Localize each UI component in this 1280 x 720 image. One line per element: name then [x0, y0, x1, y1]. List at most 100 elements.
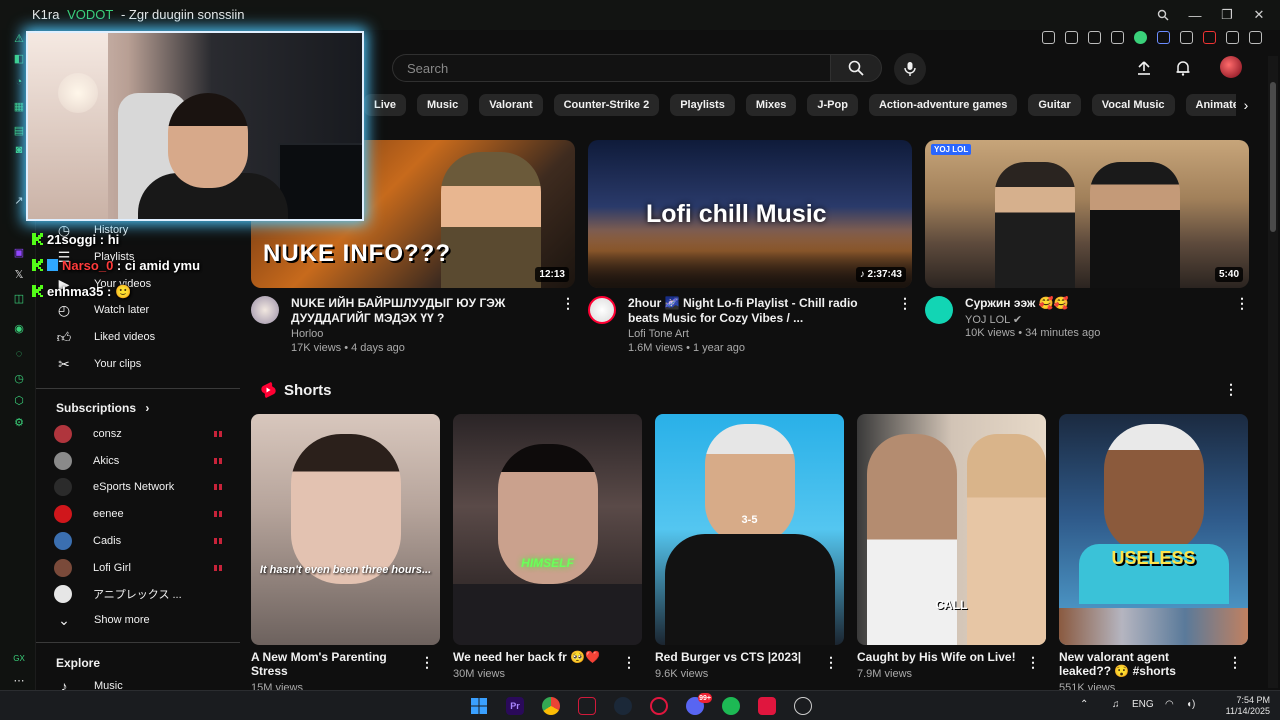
video-title[interactable]: 2hour 🌌 Night Lo-fi Playlist - Chill rad… [628, 296, 890, 326]
gx-icon[interactable]: GX [11, 650, 27, 666]
extensions-rail-icon[interactable]: ⬡ [11, 392, 27, 408]
app-icon[interactable] [578, 697, 596, 715]
instagram-icon[interactable]: ◫ [11, 290, 27, 306]
more-vert-icon[interactable]: ⋮ [1228, 654, 1242, 670]
short-card[interactable]: 3-5 Red Burger vs CTS |2023| 9.6K views … [655, 414, 844, 680]
twitch-icon[interactable]: ▣ [11, 244, 27, 260]
mic-tray-icon[interactable]: ♫ [1112, 699, 1120, 710]
subscription-item[interactable]: アニプレックス ... [54, 585, 224, 604]
speed-icon[interactable]: ◔ [11, 74, 27, 90]
more-vert-icon[interactable]: ⋮ [824, 654, 838, 670]
short-title[interactable]: Red Burger vs CTS |2023| [655, 650, 820, 664]
record-icon[interactable] [1203, 31, 1216, 44]
tray-chevron-icon[interactable]: ⌃ [1080, 699, 1088, 710]
subscription-item[interactable]: Cadis [54, 531, 224, 550]
subscriptions-heading[interactable]: Subscriptions › [56, 401, 149, 415]
more-icon[interactable]: ⋯ [11, 672, 27, 688]
more-vert-icon[interactable]: ⋮ [561, 296, 575, 312]
chevron-right-icon[interactable]: › [1236, 94, 1256, 116]
history-rail-icon[interactable]: ◷ [11, 370, 27, 386]
video-thumbnail[interactable]: YOJ LOL 5:40 [925, 140, 1249, 288]
more-vert-icon[interactable]: ⋮ [1235, 296, 1249, 312]
nav-liked-videos[interactable]: 👍︎ Liked videos [54, 327, 155, 347]
subscription-item[interactable]: consz [54, 425, 224, 443]
chip[interactable]: Action-adventure games [868, 94, 1018, 116]
chip[interactable]: Mixes [745, 94, 797, 116]
pin-icon[interactable] [1042, 31, 1055, 44]
spotify-icon[interactable] [722, 697, 740, 715]
chip[interactable]: Vocal Music [1091, 94, 1175, 116]
box-icon[interactable] [1088, 31, 1101, 44]
nav-show-more[interactable]: ⌄ Show more [54, 610, 150, 630]
wifi-icon[interactable]: ◠ [1165, 699, 1174, 710]
close-icon[interactable]: ✕ [1250, 6, 1268, 24]
puzzle-icon[interactable] [1180, 31, 1193, 44]
minimize-icon[interactable]: — [1186, 6, 1204, 24]
translate-icon[interactable] [1157, 31, 1170, 44]
steam-icon[interactable] [614, 697, 632, 715]
search-button[interactable] [830, 54, 882, 82]
chrome-icon[interactable] [542, 697, 560, 715]
gamepad-icon[interactable]: ◧ [11, 50, 27, 66]
player-icon[interactable]: ◉ [11, 320, 27, 336]
more-vert-icon[interactable]: ⋮ [1224, 381, 1238, 399]
short-title[interactable]: New valorant agent leaked?? 😯 #shorts [1059, 650, 1224, 678]
subscription-item[interactable]: eSports Network [54, 478, 224, 497]
memory-icon[interactable]: ◙ [11, 142, 27, 158]
channel-avatar-live[interactable] [588, 296, 616, 324]
short-title[interactable]: A New Mom's Parenting Stress [251, 650, 416, 678]
short-thumbnail[interactable]: HIMSELF [453, 414, 642, 645]
warning-icon[interactable]: ⚠ [11, 30, 27, 46]
more-vert-icon[interactable]: ⋮ [622, 654, 636, 670]
download-icon[interactable] [1226, 31, 1239, 44]
more-vert-icon[interactable]: ⋮ [1026, 654, 1040, 670]
video-thumbnail[interactable]: Lofi chill Music ♪ 2:37:43 [588, 140, 912, 288]
short-title[interactable]: Caught by His Wife on Live! [857, 650, 1022, 664]
search-tabs-icon[interactable] [1154, 6, 1172, 24]
chip[interactable]: J-Pop [807, 94, 858, 116]
subscription-item[interactable]: eenee [54, 505, 224, 524]
chip[interactable]: Music [417, 94, 469, 116]
channel-avatar[interactable] [925, 296, 953, 324]
short-thumbnail[interactable]: It hasn't even been three hours... [251, 414, 440, 645]
more-vert-icon[interactable]: ⋮ [420, 654, 434, 670]
search-input[interactable] [392, 54, 830, 82]
short-thumbnail[interactable]: USELESS [1059, 414, 1248, 645]
subscription-item[interactable]: Lofi Girl [54, 558, 224, 577]
scrollbar-thumb[interactable] [1270, 82, 1276, 232]
chip[interactable]: Live [364, 94, 407, 116]
video-channel[interactable]: YOJ LOL ✔ [965, 313, 1022, 326]
video-channel[interactable]: Lofi Tone Art [628, 328, 689, 340]
cpu-icon[interactable]: ▦ [11, 98, 27, 114]
subscription-item[interactable]: Akics [54, 451, 224, 470]
arrow-icon[interactable]: ↗ [11, 192, 27, 208]
channel-avatar[interactable] [251, 296, 279, 324]
chip[interactable]: Valorant [479, 94, 543, 116]
shield-icon[interactable] [1111, 31, 1124, 44]
clock[interactable]: 7:54 PM 11/14/2025 [1206, 695, 1270, 717]
premiere-icon[interactable]: Pr [506, 697, 524, 715]
ram-icon[interactable]: ▤ [11, 122, 27, 138]
x-icon[interactable]: 𝕏 [11, 266, 27, 282]
heart-icon[interactable] [1134, 31, 1147, 44]
voice-search-button[interactable] [894, 53, 926, 85]
video-card[interactable]: Lofi chill Music ♪ 2:37:43 2hour 🌌 Night… [588, 140, 912, 354]
app-red-icon[interactable] [758, 697, 776, 715]
chat-icon[interactable]: ◌ [11, 346, 27, 362]
short-card[interactable]: It hasn't even been three hours... A New… [251, 414, 440, 694]
snapshot-icon[interactable] [1065, 31, 1078, 44]
video-title[interactable]: NUKE ИЙН БАЙРШЛУУДЫГ ЮУ ГЭЖ ДУУДДАГИЙГ М… [291, 296, 553, 326]
page-scrollbar[interactable] [1268, 56, 1278, 688]
opera-gx-icon[interactable] [650, 697, 668, 715]
restore-icon[interactable]: ❐ [1218, 6, 1236, 24]
short-title[interactable]: We need her back fr 🥺❤️ [453, 650, 618, 664]
short-thumbnail[interactable]: CALL [857, 414, 1046, 645]
short-thumbnail[interactable]: 3-5 [655, 414, 844, 645]
video-card[interactable]: YOJ LOL 5:40 Суржин ээж 🥰🥰 YOJ LOL ✔ 10K… [925, 140, 1249, 339]
volume-icon[interactable]: ◖) [1186, 699, 1195, 710]
more-vert-icon[interactable]: ⋮ [898, 296, 912, 312]
nav-music[interactable]: ♪ Music [54, 676, 123, 690]
short-card[interactable]: USELESS New valorant agent leaked?? 😯 #s… [1059, 414, 1248, 694]
notifications-button[interactable] [1171, 56, 1195, 80]
windows-start-icon[interactable] [470, 697, 488, 715]
